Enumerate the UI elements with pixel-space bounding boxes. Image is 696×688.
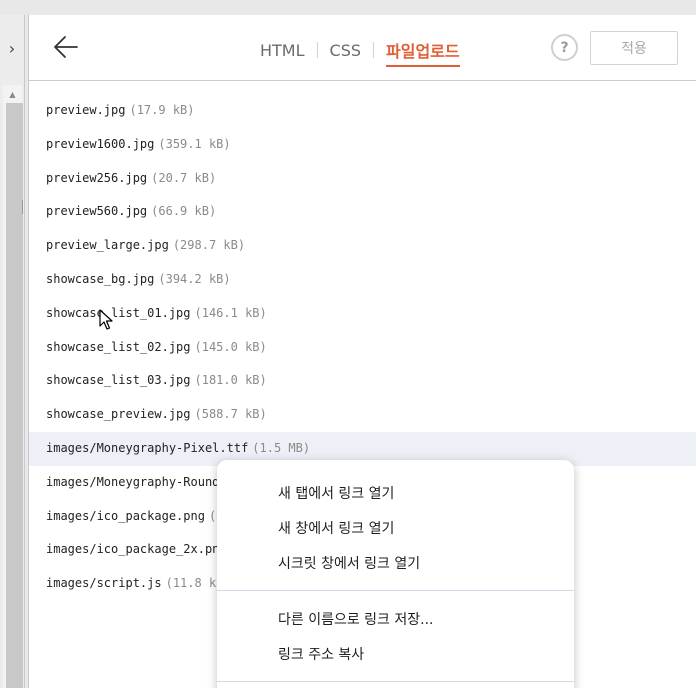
file-size: (298.7 kB): [172, 238, 246, 253]
file-row[interactable]: showcase_bg.jpg (394.2 kB): [29, 263, 696, 297]
file-name[interactable]: preview560.jpg: [46, 204, 147, 218]
menu-item-open-new-window[interactable]: 새 창에서 링크 열기: [278, 514, 394, 544]
file-name[interactable]: preview_large.jpg: [46, 238, 169, 252]
menu-item-open-new-tab[interactable]: 새 탭에서 링크 열기: [278, 479, 394, 509]
file-name[interactable]: images/script.js: [46, 576, 162, 590]
top-strip: [0, 0, 696, 15]
file-size: (394.2 kB): [158, 271, 231, 286]
panel-header: HTML CSS 파일업로드 ? 적용: [29, 15, 696, 81]
file-size: (145.0 kB): [194, 339, 267, 354]
file-row[interactable]: preview.jpg (17.9 kB): [29, 94, 696, 128]
file-name[interactable]: showcase_list_02.jpg: [46, 340, 191, 354]
file-size: (359.1 kB): [158, 136, 231, 151]
menu-item-open-incognito[interactable]: 시크릿 창에서 링크 열기: [278, 549, 420, 579]
menu-divider: [217, 590, 574, 591]
tab-html[interactable]: HTML: [260, 41, 305, 60]
menu-item-save-link-as[interactable]: 다른 이름으로 링크 저장...: [278, 605, 434, 635]
tab-css[interactable]: CSS: [330, 41, 361, 60]
tab-file-upload[interactable]: 파일업로드: [386, 38, 460, 67]
apply-button[interactable]: 적용: [590, 31, 678, 65]
file-row[interactable]: preview560.jpg (66.9 kB): [29, 195, 696, 229]
file-name[interactable]: images/ico_package.png: [46, 509, 205, 523]
scroll-up-icon[interactable]: ▲: [3, 85, 22, 103]
tab-bar: HTML CSS 파일업로드: [260, 35, 460, 67]
file-name[interactable]: images/Moneygraphy-Pixel.ttf: [46, 441, 248, 455]
file-size: (1.5 MB): [252, 440, 311, 455]
file-size: (17.9 kB): [129, 103, 195, 117]
chevron-right-icon[interactable]: ›: [0, 15, 24, 81]
mouse-pointer-icon: [99, 309, 113, 331]
file-name[interactable]: preview.jpg: [46, 103, 125, 117]
file-size: (588.7 kB): [194, 407, 267, 422]
left-panel: › ▲: [0, 15, 25, 688]
file-name[interactable]: showcase_list_01.jpg: [46, 306, 191, 320]
file-name[interactable]: showcase_bg.jpg: [46, 272, 154, 286]
file-row[interactable]: showcase_list_03.jpg (181.0 kB): [29, 364, 696, 398]
context-menu: 새 탭에서 링크 열기 새 창에서 링크 열기 시크릿 창에서 링크 열기 다른…: [217, 460, 574, 688]
file-size: (20.7 kB): [151, 170, 217, 185]
file-size: (66.9 kB): [151, 204, 217, 219]
scrollbar-thumb[interactable]: [6, 103, 23, 688]
left-scrollbar[interactable]: ▲: [3, 85, 23, 688]
file-size: (146.1 kB): [194, 305, 267, 320]
menu-item-copy-link-address[interactable]: 링크 주소 복사: [278, 640, 364, 670]
file-name[interactable]: showcase_list_03.jpg: [46, 373, 191, 387]
file-row[interactable]: preview_large.jpg (298.7 kB): [29, 229, 696, 263]
file-name[interactable]: preview1600.jpg: [46, 137, 154, 151]
menu-divider: [217, 681, 574, 682]
file-row[interactable]: showcase_preview.jpg (588.7 kB): [29, 398, 696, 432]
file-name[interactable]: images/Moneygraphy-Rounde: [46, 475, 227, 489]
back-arrow-icon[interactable]: [51, 33, 81, 61]
file-size: (181.0 kB): [194, 373, 267, 388]
file-name[interactable]: showcase_preview.jpg: [46, 407, 191, 421]
file-name[interactable]: images/ico_package_2x.png: [46, 542, 227, 556]
file-row[interactable]: showcase_list_01.jpg (146.1 kB): [29, 297, 696, 331]
file-row[interactable]: preview256.jpg (20.7 kB): [29, 162, 696, 196]
tab-separator: [373, 42, 375, 58]
edge-marker: [22, 200, 25, 214]
file-row[interactable]: preview1600.jpg (359.1 kB): [29, 128, 696, 162]
file-row[interactable]: showcase_list_02.jpg (145.0 kB): [29, 331, 696, 365]
file-name[interactable]: preview256.jpg: [46, 171, 147, 185]
tab-separator: [316, 42, 318, 58]
help-icon[interactable]: ?: [551, 34, 578, 61]
